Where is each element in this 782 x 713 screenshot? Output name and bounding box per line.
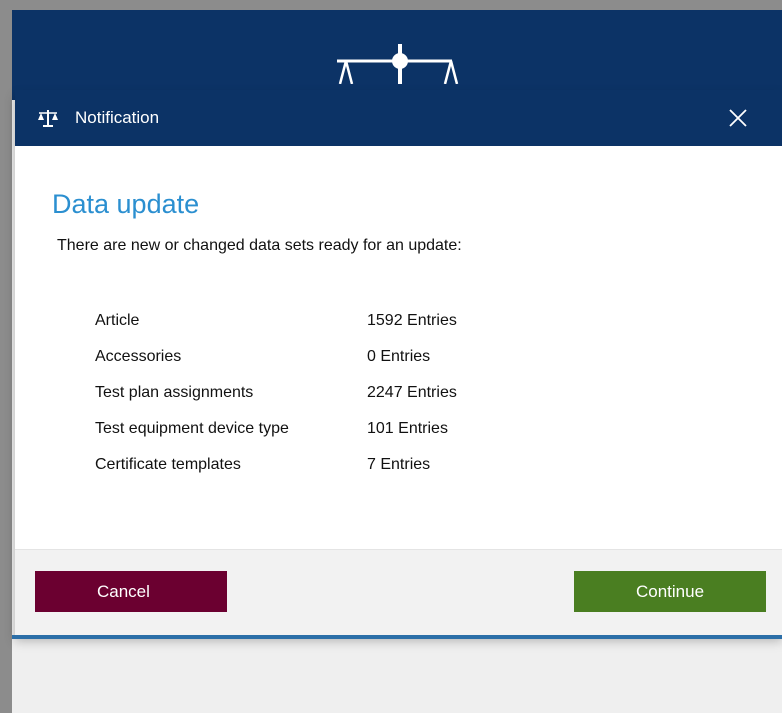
list-item: Test plan assignments 2247 Entries xyxy=(95,375,547,411)
list-item: Accessories 0 Entries xyxy=(95,339,547,375)
dialog-bottom-border xyxy=(12,635,782,639)
dialog-footer: Cancel Continue xyxy=(15,549,782,636)
notification-dialog: Notification Data update There are new o… xyxy=(15,90,782,636)
entry-name: Certificate templates xyxy=(95,456,241,473)
intro-text: There are new or changed data sets ready… xyxy=(57,237,462,254)
entry-name: Article xyxy=(95,312,140,329)
close-icon xyxy=(729,109,747,127)
app-header xyxy=(12,10,782,100)
dialog-titlebar: Notification xyxy=(15,90,782,146)
dialog-heading: Data update xyxy=(52,189,200,219)
entry-name: Test plan assignments xyxy=(95,384,254,401)
close-button[interactable] xyxy=(715,96,761,140)
continue-button[interactable]: Continue xyxy=(574,571,766,612)
entry-count: 7 Entries xyxy=(367,456,431,473)
scale-icon xyxy=(38,110,58,127)
list-item: Article 1592 Entries xyxy=(95,303,547,339)
entry-name: Accessories xyxy=(95,348,182,365)
entries-list: Article 1592 Entries Accessories 0 Entri… xyxy=(95,303,547,483)
entry-count: 2247 Entries xyxy=(367,384,457,401)
entry-count: 101 Entries xyxy=(367,420,448,437)
list-item: Test equipment device type 101 Entries xyxy=(95,411,547,447)
cancel-button[interactable]: Cancel xyxy=(35,571,227,612)
entry-name: Test equipment device type xyxy=(95,420,289,437)
list-item: Certificate templates 7 Entries xyxy=(95,447,547,483)
app-window: Notification Data update There are new o… xyxy=(12,10,782,713)
scale-logo-icon xyxy=(337,44,459,84)
dialog-title: Notification xyxy=(75,108,160,127)
entry-count: 0 Entries xyxy=(367,348,431,365)
entry-count: 1592 Entries xyxy=(367,312,457,329)
